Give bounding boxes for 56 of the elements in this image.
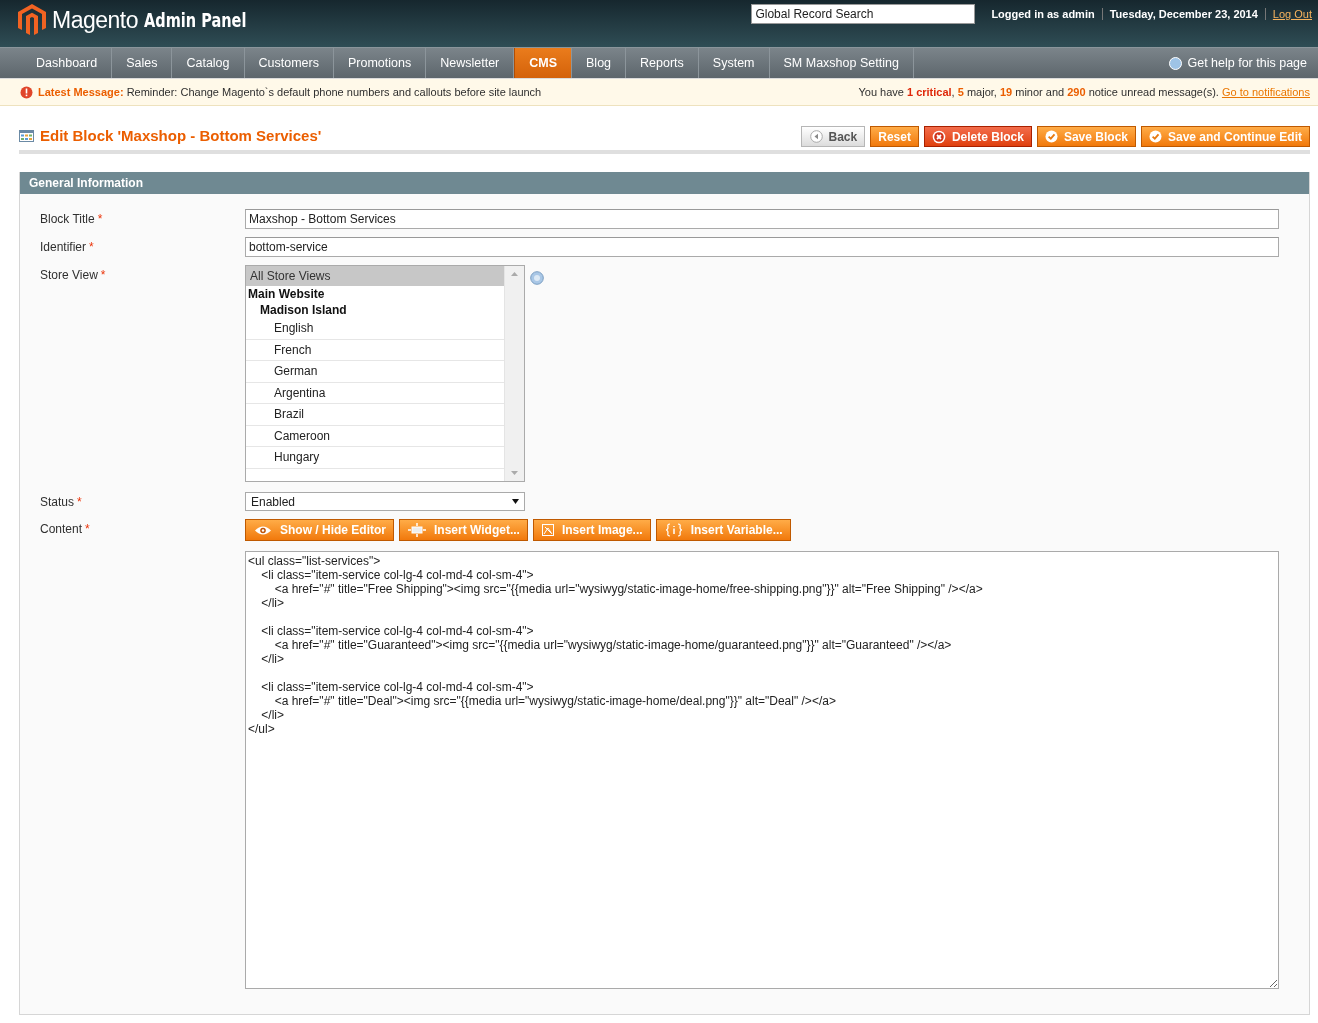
alert-icon <box>20 85 33 99</box>
field-label: Store View * <box>40 267 107 284</box>
widget-icon <box>408 523 426 537</box>
messages-summary: You have 1 critical, 5 major, 19 minor and 290 notice unread message(s). <box>858 86 1219 98</box>
field-label: Status * <box>40 494 83 511</box>
dropdown-arrow-icon <box>512 499 519 504</box>
list-option[interactable]: Argentina <box>246 382 504 404</box>
search-field[interactable]: Global Record Search <box>751 4 976 24</box>
field-label: Block Title * <box>40 211 104 228</box>
section-header: General Information <box>20 172 1309 194</box>
nav-tab[interactable]: SM Maxshop Setting <box>769 48 914 78</box>
nav-tab[interactable]: Catalog <box>172 48 245 78</box>
magento-logo-icon <box>18 4 46 36</box>
field-label: Content * <box>40 521 91 538</box>
status-select[interactable]: Enabled <box>245 492 525 511</box>
text-field[interactable]: Maxshop - Bottom Services <box>245 209 1279 229</box>
eye-icon <box>254 524 272 536</box>
option-group-label: Madison Island <box>259 302 348 318</box>
nav-tab[interactable]: Customers <box>244 48 334 78</box>
list-option[interactable]: Brazil <box>246 404 504 426</box>
help-link[interactable]: Get help for this page <box>1187 48 1307 78</box>
braces-icon <box>664 523 683 537</box>
nav-tab[interactable]: CMS <box>514 48 573 78</box>
list-option[interactable]: All Store Views <box>246 266 504 286</box>
action-button[interactable]: Delete Block <box>923 126 1032 147</box>
back-button[interactable]: Back <box>800 126 866 147</box>
page-title: Edit Block 'Maxshop - Bottom Services' <box>40 127 322 144</box>
scroll-up-icon[interactable] <box>511 272 518 276</box>
list-option[interactable]: Cameroon <box>246 425 504 447</box>
list-option[interactable]: Hungary <box>246 447 504 469</box>
list-option[interactable]: English <box>246 318 504 340</box>
scroll-down-icon[interactable] <box>511 471 518 475</box>
cross-circle-icon <box>931 129 946 144</box>
nav-tab[interactable]: Promotions <box>333 48 427 78</box>
text-field[interactable]: bottom-service <box>245 237 1279 257</box>
logout-link[interactable]: Log Out <box>1264 8 1312 20</box>
nav-tab[interactable]: Reports <box>626 48 699 78</box>
checkmark-icon <box>1044 130 1058 143</box>
list-option[interactable]: French <box>246 339 504 361</box>
date-label: Tuesday, December 23, 2014 <box>1101 8 1258 20</box>
field-label: Identifier * <box>40 239 95 256</box>
nav-tab[interactable]: System <box>698 48 770 78</box>
option-group-label: Main Website <box>247 286 326 302</box>
grid-icon <box>19 129 34 142</box>
nav-tab[interactable]: Sales <box>112 48 173 78</box>
checkmark-icon <box>1149 130 1162 143</box>
logo-subtitle: Admin Panel <box>144 10 247 30</box>
store-view-list[interactable]: All Store Views Main Website Madison Island English French German Argentina Brazil Cameroon Hungary <box>245 265 525 482</box>
nav-tab[interactable]: Dashboard <box>22 48 113 78</box>
image-icon <box>541 524 554 536</box>
list-option[interactable]: German <box>246 361 504 383</box>
nav-tab[interactable]: Blog <box>572 48 627 78</box>
user-label: Logged in as admin <box>991 7 1095 22</box>
latest-message: Latest Message: Reminder: Change Magento`s default phone numbers and callouts before site launch <box>38 86 542 98</box>
content-editor[interactable]: <ul class="list-services"> <li class="item-service col-lg-4 col-md-4 col-sm-4"> <a href="#" title="Free Shipping"><img src="{{media url="wysiwyg/static-image-home/free-shipping.png"}}" alt="Free Shipping" /></a> </li> <li class="item-service col-lg-4 col-md-4 col-sm-4"> <a href="#" title="Guaranteed"><img src="{{media url="wysiwyg/static-image-home/guaranteed.png"}}" alt="Guaranteed" /></a> </li> <li class="item-service col-lg-4 col-md-4 col-sm-4"> <a href="#" title="Deal"><img src="{{media url="wysiwyg/static-image-home/deal.png"}}" alt="Deal" /></a> </li> </ul> <box>245 551 1279 989</box>
notifications-link[interactable]: Go to notifications <box>1221 86 1310 98</box>
